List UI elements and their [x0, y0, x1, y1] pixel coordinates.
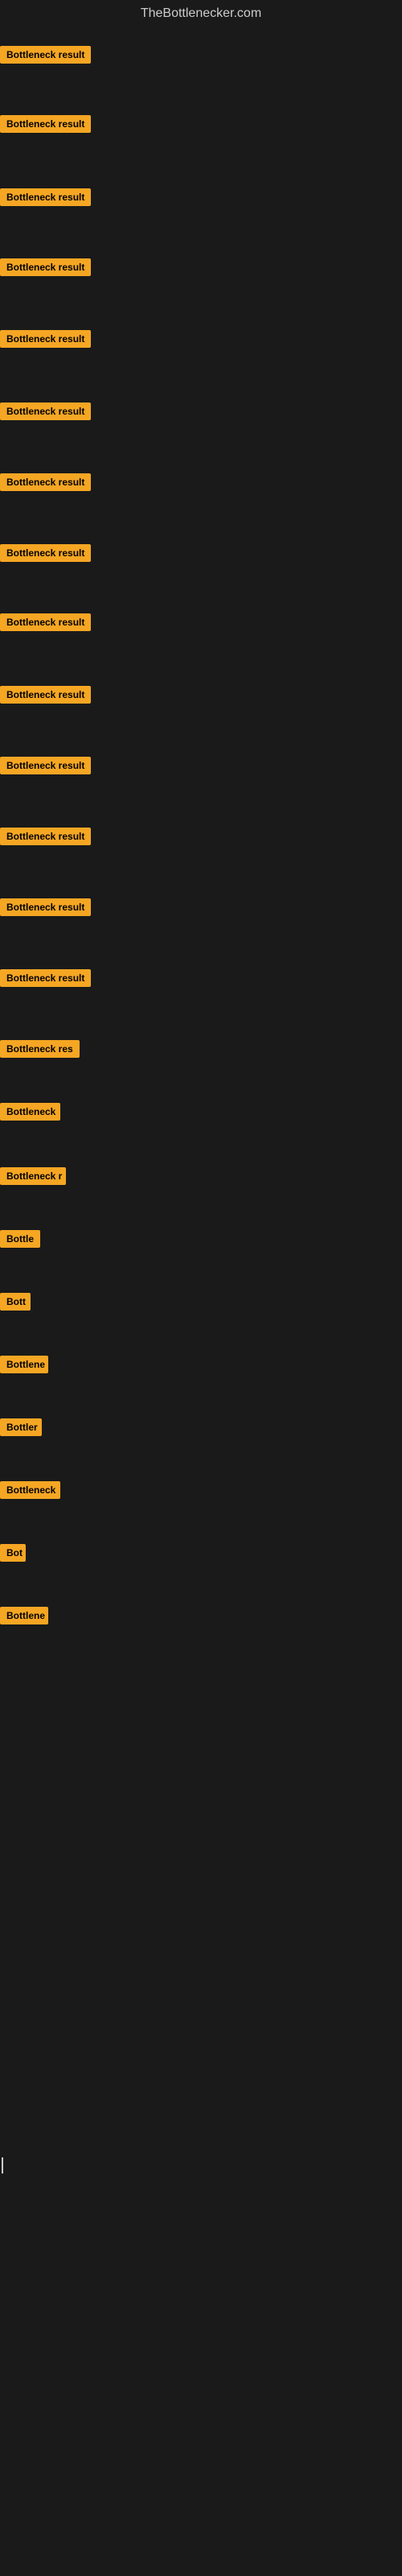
bottleneck-result-badge[interactable]: Bottleneck r — [0, 1167, 66, 1185]
bottleneck-result-badge[interactable]: Bottleneck — [0, 1481, 60, 1499]
bottleneck-result-badge[interactable]: Bottle — [0, 1230, 40, 1248]
bottleneck-result-badge[interactable]: Bott — [0, 1293, 31, 1311]
bottleneck-result-badge[interactable]: Bottleneck result — [0, 757, 91, 774]
bottleneck-result-badge[interactable]: Bottleneck result — [0, 115, 91, 133]
bottleneck-result-badge[interactable]: Bottleneck result — [0, 258, 91, 276]
bottleneck-result-badge[interactable]: Bottleneck result — [0, 188, 91, 206]
bottleneck-result-badge[interactable]: Bottleneck result — [0, 828, 91, 845]
bottleneck-result-badge[interactable]: Bottleneck result — [0, 473, 91, 491]
bottleneck-result-badge[interactable]: Bottleneck result — [0, 686, 91, 704]
bottleneck-result-badge[interactable]: Bottleneck result — [0, 898, 91, 916]
bottleneck-result-badge[interactable]: Bottleneck result — [0, 46, 91, 64]
bottleneck-result-badge[interactable]: Bottlene — [0, 1356, 48, 1373]
bottleneck-result-badge[interactable]: Bottleneck result — [0, 544, 91, 562]
bottleneck-result-badge[interactable]: Bot — [0, 1544, 26, 1562]
bottleneck-result-badge[interactable]: Bottleneck — [0, 1103, 60, 1121]
bottleneck-result-badge[interactable]: Bottleneck result — [0, 969, 91, 987]
bottleneck-result-badge[interactable]: Bottlene — [0, 1607, 48, 1624]
text-cursor — [2, 2157, 3, 2174]
bottleneck-result-badge[interactable]: Bottler — [0, 1418, 42, 1436]
bottleneck-result-badge[interactable]: Bottleneck result — [0, 330, 91, 348]
bottleneck-result-badge[interactable]: Bottleneck result — [0, 613, 91, 631]
bottleneck-result-badge[interactable]: Bottleneck result — [0, 402, 91, 420]
bottleneck-result-badge[interactable]: Bottleneck res — [0, 1040, 80, 1058]
